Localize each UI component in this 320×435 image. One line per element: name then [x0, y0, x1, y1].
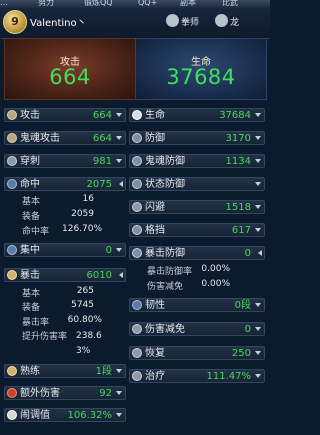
toughness-icon — [132, 300, 142, 310]
chevron-down-icon[interactable] — [255, 205, 261, 209]
chevron-down-icon[interactable] — [255, 159, 261, 163]
mount-label: 龙 — [230, 18, 240, 28]
chevron-down-icon[interactable] — [255, 136, 261, 140]
lightning-icon — [132, 202, 142, 212]
stat-defense[interactable]: 防御 3170 — [129, 131, 265, 145]
crit-rate-value: 60.80% — [67, 315, 102, 325]
chevron-left-icon[interactable] — [258, 250, 262, 256]
crit-reduction-value: 0.00% — [201, 279, 230, 289]
reduction-icon — [132, 324, 142, 334]
crit-reduction-label: 伤害减免 — [147, 282, 184, 292]
heart-icon — [132, 110, 142, 120]
chevron-down-icon[interactable] — [255, 113, 261, 117]
hp-summary-value: 37684 — [166, 65, 236, 89]
crit-damage-label: 提升伤害率 — [22, 332, 68, 342]
stat-hit[interactable]: 命中 2075 — [4, 177, 126, 191]
stat-ghost-defense[interactable]: 鬼魂防御 1134 — [129, 154, 265, 168]
stat-chaos[interactable]: 闹调值 106.32% — [4, 408, 126, 422]
crit-equip-label: 装备 — [22, 303, 41, 313]
stat-extra-damage[interactable]: 额外伤害 92 — [4, 386, 126, 400]
chevron-left-icon[interactable] — [119, 272, 123, 278]
crit-defense-rate-value: 0.00% — [201, 264, 230, 274]
player-name: Valentino丶 — [30, 18, 87, 29]
class-label: 拳师 — [181, 18, 200, 28]
stat-ghost-attack[interactable]: 鬼魂攻击 664 — [4, 131, 126, 145]
tab-2[interactable]: 努力 — [38, 0, 54, 8]
chevron-down-icon[interactable] — [255, 327, 261, 331]
stat-crit[interactable]: 暴击 6010 — [4, 268, 126, 282]
chevron-down-icon[interactable] — [116, 159, 122, 163]
fist-icon — [166, 14, 179, 27]
hit-equip-value: 2059 — [71, 209, 94, 219]
stat-damage-reduction[interactable]: 伤害减免 0 — [129, 322, 265, 336]
stat-status-defense[interactable]: 状态防御 — [129, 177, 265, 191]
crit-defense-rate-label: 暴击防御率 — [147, 267, 193, 277]
pierce-icon — [7, 156, 17, 166]
stat-attack[interactable]: 攻击 664 — [4, 108, 126, 122]
chevron-down-icon[interactable] — [116, 113, 122, 117]
hp-summary-panel: 生命 37684 — [135, 38, 267, 100]
hit-rate-value: 126.70% — [62, 224, 103, 234]
tab-4[interactable]: QQ+ — [138, 0, 157, 8]
shield-icon — [132, 133, 142, 143]
level-badge: 9 — [3, 10, 27, 34]
stat-hp[interactable]: 生命 37684 — [129, 108, 265, 122]
stat-pierce[interactable]: 穿刺 981 — [4, 154, 126, 168]
tab-1[interactable]: … — [0, 0, 8, 8]
chevron-down-icon[interactable] — [255, 303, 261, 307]
crit-base-value: 265 — [76, 286, 94, 296]
block-shield-icon — [132, 225, 142, 235]
stat-healing[interactable]: 治疗 111.47% — [129, 369, 265, 383]
chevron-down-icon[interactable] — [116, 369, 122, 373]
crit-base-label: 基本 — [22, 289, 41, 299]
crit-damage-value: 238.63% — [76, 331, 102, 356]
stat-proficiency[interactable]: 熟练 1段 — [4, 364, 126, 378]
chevron-down-icon[interactable] — [255, 351, 261, 355]
dragon-icon — [215, 14, 228, 27]
sword-icon — [7, 110, 17, 120]
chevron-down-icon[interactable] — [255, 182, 261, 186]
skull-icon — [7, 410, 17, 420]
status-shield-icon — [132, 179, 142, 189]
top-tab-bar: … 努力 锻炼QQ QQ+ 副本 比武 — [0, 0, 270, 8]
target-icon — [7, 179, 17, 189]
recovery-icon — [132, 348, 142, 358]
hit-rate-label: 命中率 — [22, 227, 50, 237]
crit-star-icon — [7, 270, 17, 280]
hit-equip-label: 装备 — [22, 212, 41, 222]
focus-icon — [7, 245, 17, 255]
stat-recovery[interactable]: 恢复 250 — [129, 346, 265, 360]
chevron-down-icon[interactable] — [116, 391, 122, 395]
hit-base-value: 16 — [82, 194, 94, 204]
tab-5[interactable]: 副本 — [180, 0, 196, 8]
stat-crit-defense[interactable]: 暴击防御 0 — [129, 246, 265, 260]
tab-6[interactable]: 比武 — [222, 0, 238, 8]
crit-equip-value: 5745 — [71, 300, 94, 310]
tab-3[interactable]: 锻炼QQ — [84, 0, 113, 8]
crit-rate-label: 暴击率 — [22, 318, 50, 328]
chevron-left-icon[interactable] — [119, 181, 123, 187]
stat-evade[interactable]: 闪避 1518 — [129, 200, 265, 214]
stat-toughness[interactable]: 韧性 0段 — [129, 298, 265, 312]
stat-block[interactable]: 格挡 617 — [129, 223, 265, 237]
stat-focus[interactable]: 集中 0 — [4, 243, 126, 257]
attack-summary-value: 664 — [49, 65, 91, 89]
chevron-down-icon[interactable] — [116, 136, 122, 140]
healing-icon — [132, 371, 142, 381]
attack-summary-panel: 攻击 664 — [4, 38, 136, 100]
ghost-shield-icon — [132, 156, 142, 166]
extra-damage-icon — [7, 388, 17, 398]
chevron-down-icon[interactable] — [255, 374, 261, 378]
proficiency-icon — [7, 366, 17, 376]
chevron-down-icon[interactable] — [116, 248, 122, 252]
hit-base-label: 基本 — [22, 197, 41, 207]
ghost-sword-icon — [7, 133, 17, 143]
chevron-down-icon[interactable] — [116, 413, 122, 417]
chevron-down-icon[interactable] — [255, 228, 261, 232]
crit-shield-icon — [132, 248, 142, 258]
